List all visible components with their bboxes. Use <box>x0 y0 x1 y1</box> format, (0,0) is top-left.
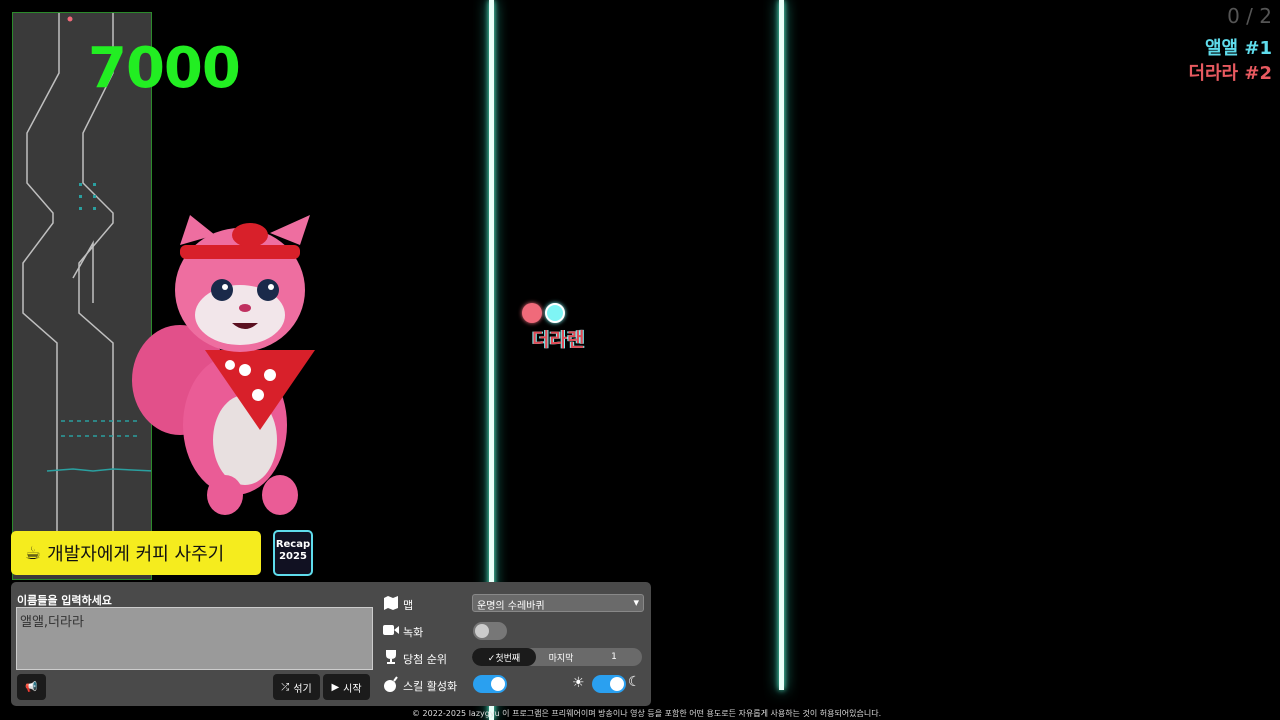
skill-toggle[interactable] <box>473 675 507 693</box>
winner-rank-number[interactable]: 1 <box>586 648 642 666</box>
play-icon: ▶ <box>331 681 340 693</box>
shuffle-button[interactable]: ⤮ 섞기 <box>273 674 320 700</box>
sun-icon: ☀ <box>572 675 585 691</box>
bomb-icon <box>383 676 399 692</box>
megaphone-icon: 📢 <box>25 681 38 693</box>
mute-button[interactable]: 📢 <box>17 674 46 700</box>
names-input[interactable] <box>16 607 373 670</box>
winner-rank-selector: ✓첫번째 마지막 1 <box>472 648 642 666</box>
video-camera-icon <box>383 622 399 638</box>
marble-cyan <box>545 303 565 323</box>
footer-copyright: © 2022-2025 lazygyu 이 프로그램은 프리웨어이며 방송이나 … <box>412 709 882 718</box>
map-icon <box>383 595 399 611</box>
recap-line1: Recap <box>275 539 311 550</box>
marble-label: 더라랜 <box>532 329 585 351</box>
moon-icon: ☾ <box>628 674 641 690</box>
buy-coffee-label: 개발자에게 커피 사주기 <box>47 544 225 565</box>
shuffle-label: 섞기 <box>293 683 312 695</box>
theme-toggle[interactable] <box>592 675 626 693</box>
finish-counter: 0 / 2 <box>1227 4 1272 28</box>
names-label: 이름들을 입력하세요 <box>17 594 112 607</box>
recap-line2: 2025 <box>279 551 307 562</box>
record-toggle[interactable] <box>473 622 507 640</box>
rank-entry: 더라라 #2 <box>1188 63 1272 84</box>
record-label: 녹화 <box>403 626 424 639</box>
marble-red <box>522 303 542 323</box>
start-label: 시작 <box>343 683 362 695</box>
map-label: 맵 <box>403 599 414 612</box>
control-panel: 이름들을 입력하세요 📢 ⤮ 섞기 ▶ 시작 맵 운명의 수레바퀴 녹화 당첨 … <box>11 582 651 706</box>
track-wall-right <box>779 0 784 690</box>
recap-2025-button[interactable]: Recap 2025 <box>273 530 313 576</box>
trophy-icon <box>383 649 399 665</box>
winner-rank-label: 당첨 순위 <box>403 653 447 666</box>
shuffle-icon: ⤮ <box>281 681 290 693</box>
buy-coffee-button[interactable]: ☕ 개발자에게 커피 사주기 <box>11 531 261 575</box>
start-button[interactable]: ▶ 시작 <box>323 674 370 700</box>
squirrel-mascot-icon <box>132 215 315 515</box>
winner-first-option[interactable]: ✓첫번째 <box>472 648 536 666</box>
winner-last-option[interactable]: 마지막 <box>536 648 586 666</box>
skill-label: 스킬 활성화 <box>403 680 458 693</box>
coffee-icon: ☕ <box>25 542 42 564</box>
map-select[interactable]: 운명의 수레바퀴 <box>472 594 644 612</box>
score-display: 7000 <box>88 36 241 101</box>
rank-entry: 앨앨 #1 <box>1205 38 1272 59</box>
